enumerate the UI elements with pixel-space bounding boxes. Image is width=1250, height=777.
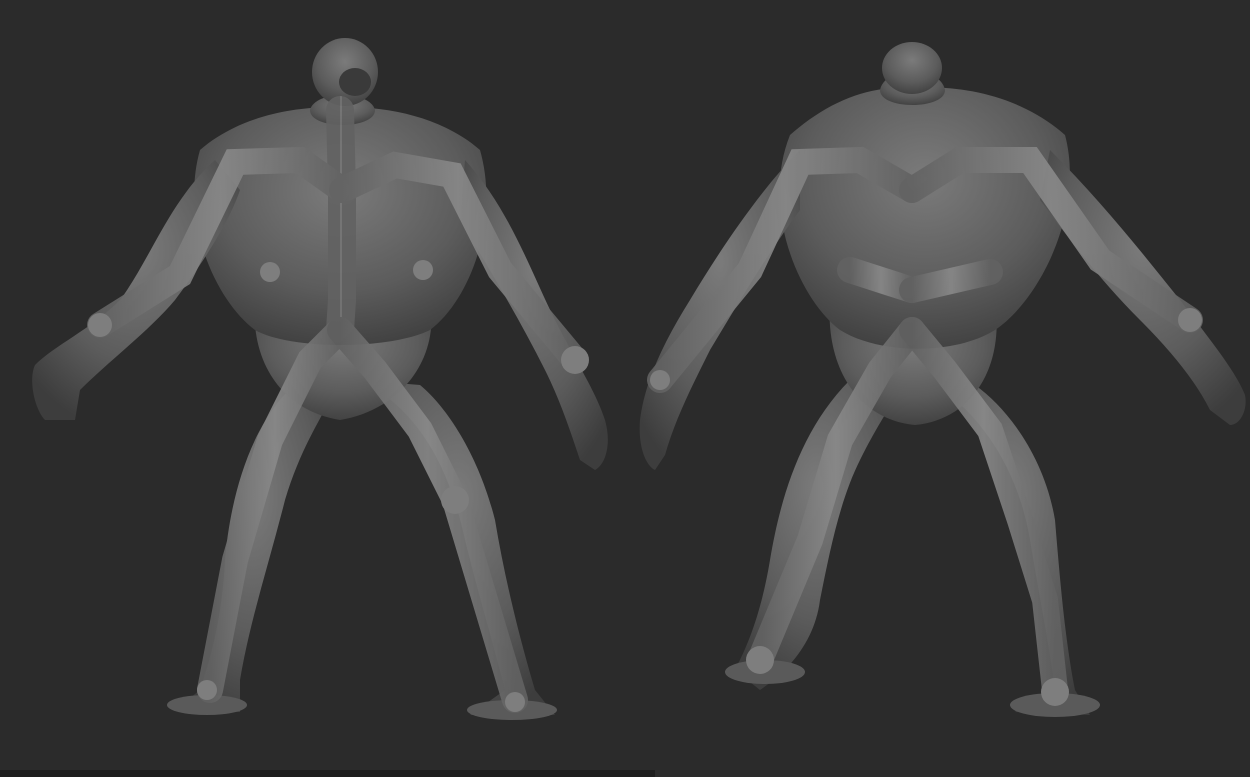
front-view-figure xyxy=(32,38,608,720)
front-face-detail xyxy=(339,68,371,96)
back-right-leg xyxy=(930,380,1090,715)
sculpt-viewport[interactable] xyxy=(0,0,1250,777)
back-view-figure xyxy=(639,42,1246,717)
bottom-scroll-bar[interactable] xyxy=(0,770,655,777)
